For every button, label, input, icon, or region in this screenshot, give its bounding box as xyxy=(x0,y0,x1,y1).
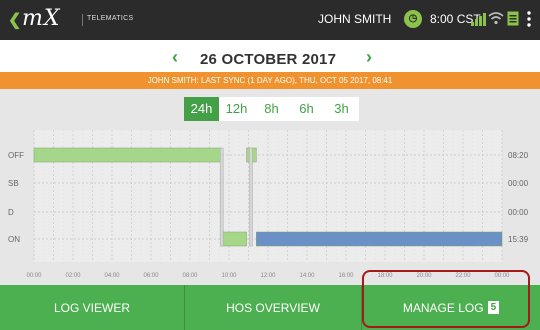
duty-segment[interactable] xyxy=(33,147,222,163)
x-tick-label: 12:00 xyxy=(260,273,276,279)
x-tick-label: 00:00 xyxy=(494,273,510,279)
manage-log-button[interactable]: MANAGE LOG 5 xyxy=(362,285,540,330)
status-label: D xyxy=(8,208,14,217)
hos-overview-label: HOS OVERVIEW xyxy=(226,300,320,315)
x-tick-label: 04:00 xyxy=(104,273,120,279)
x-tick-label: 20:00 xyxy=(416,273,432,279)
duty-status-graph: OFF 08:20 SB 00:00 D 00:00 ON 15:39 00:00 02:00 04… xyxy=(8,130,529,279)
duty-segment[interactable] xyxy=(256,231,503,247)
x-tick-label: 00:00 xyxy=(26,273,42,279)
x-tick-label: 10:00 xyxy=(221,273,237,279)
status-change-marker xyxy=(219,147,224,247)
x-tick-label: 02:00 xyxy=(65,273,81,279)
status-total: 00:00 xyxy=(508,179,529,188)
x-tick-label: 22:00 xyxy=(455,273,471,279)
log-viewer-button[interactable]: LOG VIEWER xyxy=(0,285,185,330)
x-tick-label: 14:00 xyxy=(299,273,315,279)
status-label: OFF xyxy=(8,151,24,160)
x-tick-label: 06:00 xyxy=(143,273,159,279)
status-total: 00:00 xyxy=(508,208,529,217)
status-label: SB xyxy=(8,179,19,188)
bottom-navigation: LOG VIEWER HOS OVERVIEW MANAGE LOG 5 xyxy=(0,285,540,330)
status-total: 15:39 xyxy=(508,235,529,244)
x-tick-label: 08:00 xyxy=(182,273,198,279)
status-label: ON xyxy=(8,235,20,244)
manage-log-label: MANAGE LOG xyxy=(402,300,484,315)
hos-overview-button[interactable]: HOS OVERVIEW xyxy=(185,285,362,330)
status-total: 08:20 xyxy=(508,151,529,160)
status-change-marker xyxy=(249,147,253,247)
log-viewer-label: LOG VIEWER xyxy=(53,300,130,315)
x-tick-label: 18:00 xyxy=(377,273,393,279)
manage-log-count-badge: 5 xyxy=(487,301,500,314)
duty-segment[interactable] xyxy=(220,231,247,247)
x-tick-label: 16:00 xyxy=(338,273,354,279)
